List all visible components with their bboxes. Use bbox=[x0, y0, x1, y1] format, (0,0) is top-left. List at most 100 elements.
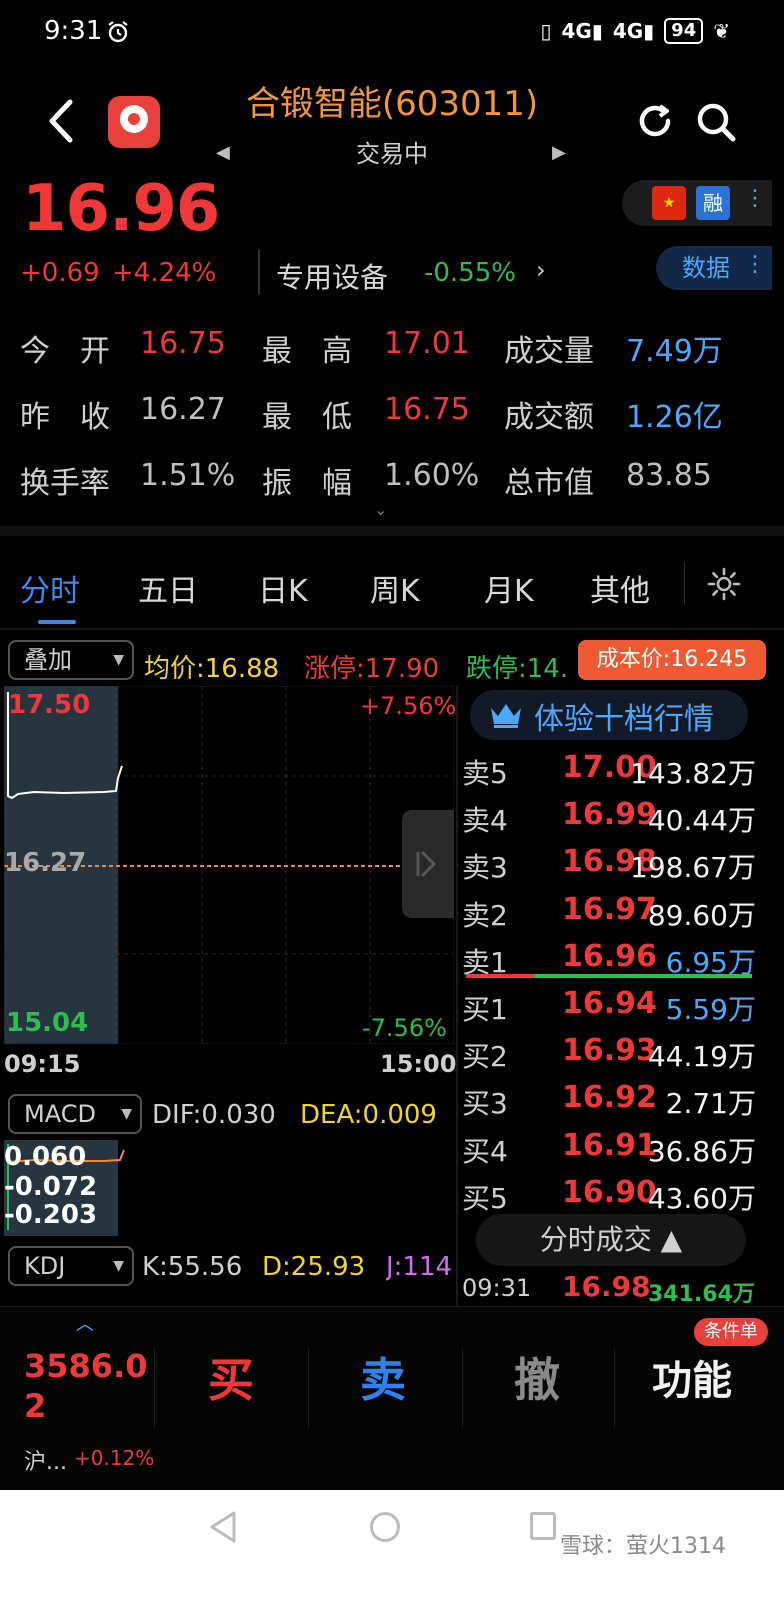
macd-axis-top: 0.060 bbox=[4, 1142, 87, 1172]
bid-row[interactable]: 买4 16.91 36.86万 bbox=[460, 1124, 760, 1170]
index-name: 沪... bbox=[24, 1450, 67, 1475]
ask-row[interactable]: 卖3 16.98 198.67万 bbox=[460, 840, 760, 886]
tab-five-day[interactable]: 五日 bbox=[138, 566, 198, 610]
sell-button[interactable]: 卖 bbox=[360, 1344, 406, 1410]
tab-other[interactable]: 其他 bbox=[590, 566, 650, 610]
bid-row[interactable]: 买3 16.92 2.71万 bbox=[460, 1076, 760, 1122]
next-stock-icon[interactable]: ▶ bbox=[552, 142, 566, 163]
leaf-icon: ❦ bbox=[713, 19, 730, 43]
order-level-label: 买1 bbox=[462, 993, 508, 1026]
chevron-up-icon[interactable]: ︿ bbox=[76, 1310, 94, 1336]
collapse-orderbook-handle[interactable] bbox=[402, 810, 454, 918]
ask-row[interactable]: 卖4 16.99 40.44万 bbox=[460, 793, 760, 839]
more-icon[interactable]: ⋮ bbox=[744, 186, 766, 211]
order-volume: 2.71万 bbox=[665, 1087, 756, 1121]
index-value[interactable]: 3586.02 bbox=[24, 1346, 154, 1426]
order-level-label: 卖5 bbox=[462, 757, 508, 790]
high-value: 17.01 bbox=[384, 326, 470, 361]
avg-price: 均价:16.88 bbox=[144, 654, 280, 684]
index-change: +0.12% bbox=[74, 1446, 155, 1470]
market-cap-label: 总市值 bbox=[504, 466, 594, 501]
tick-volume: 341.64万 bbox=[648, 1282, 755, 1307]
tick-trades-button[interactable]: 分时成交 ▲ bbox=[476, 1214, 746, 1266]
turnover-label: 成交额 bbox=[504, 400, 594, 435]
open-label: 今 开 bbox=[20, 334, 110, 369]
margin-trading-badge[interactable]: 融 bbox=[696, 186, 730, 220]
order-volume: 5.59万 bbox=[665, 993, 756, 1026]
pct-axis-low: -7.56% bbox=[362, 1014, 447, 1042]
prev-close-value: 16.27 bbox=[140, 392, 226, 427]
order-level-label: 买2 bbox=[462, 1040, 508, 1074]
volume-value: 7.49万 bbox=[626, 334, 723, 369]
order-volume: 143.82万 bbox=[630, 757, 756, 790]
status-time: 9:31 bbox=[44, 16, 103, 46]
ask-row[interactable]: 卖2 16.97 89.60万 bbox=[460, 888, 760, 934]
gear-icon[interactable] bbox=[706, 566, 742, 602]
time-axis-end: 15:00 bbox=[380, 1050, 457, 1078]
price-change: +0.69 bbox=[20, 258, 100, 288]
caret-down-icon: ▼ bbox=[113, 1258, 124, 1274]
tab-daily-k[interactable]: 日K bbox=[258, 566, 308, 610]
bid-row[interactable]: 买2 16.93 44.19万 bbox=[460, 1029, 760, 1075]
order-volume: 89.60万 bbox=[647, 898, 756, 932]
macd-dropdown-label: MACD bbox=[24, 1100, 96, 1128]
ask-row[interactable]: 卖5 17.00 143.82万 bbox=[460, 746, 760, 792]
order-volume: 198.67万 bbox=[630, 851, 756, 885]
kdj-j: J:114 bbox=[386, 1252, 453, 1282]
turnover-value: 1.26亿 bbox=[626, 400, 723, 435]
overlay-dropdown[interactable]: 叠加 ▼ bbox=[8, 640, 134, 680]
order-volume: 44.19万 bbox=[647, 1040, 756, 1074]
battery-icon: 94 bbox=[664, 18, 704, 44]
time-axis-start: 09:15 bbox=[4, 1050, 81, 1078]
cancel-order-button[interactable]: 撤 bbox=[514, 1344, 560, 1410]
divider bbox=[154, 1348, 155, 1428]
kdj-dropdown[interactable]: KDJ ▼ bbox=[8, 1246, 134, 1286]
order-level-label: 卖2 bbox=[462, 898, 508, 932]
chevron-down-icon[interactable]: ⌄ bbox=[374, 500, 387, 519]
divider bbox=[258, 250, 260, 294]
nav-back-icon[interactable] bbox=[208, 1510, 238, 1544]
crown-icon bbox=[491, 704, 521, 728]
limit-up: 涨停:17.90 bbox=[304, 654, 440, 684]
search-icon[interactable] bbox=[694, 100, 738, 144]
macd-axis-mid: -0.072 bbox=[4, 1172, 98, 1202]
cost-price-badge[interactable]: 成本价:16.245 bbox=[578, 640, 766, 680]
order-volume: 36.86万 bbox=[647, 1134, 756, 1168]
chevron-right-icon[interactable]: › bbox=[536, 256, 546, 284]
sector-change: -0.55% bbox=[424, 258, 516, 288]
y-axis-high: 17.50 bbox=[8, 690, 91, 720]
functions-button[interactable]: 功能 bbox=[652, 1348, 732, 1406]
more-icon[interactable]: ⋮ bbox=[744, 252, 766, 277]
turnover-rate-value: 1.51% bbox=[140, 458, 236, 493]
macd-axis-bottom: -0.203 bbox=[4, 1200, 98, 1230]
china-flag-icon: ★ bbox=[652, 186, 686, 220]
conditional-order-badge[interactable]: 条件单 bbox=[694, 1318, 768, 1346]
order-level-label: 卖4 bbox=[462, 804, 508, 838]
bid-row[interactable]: 买1 16.94 5.59万 bbox=[460, 982, 760, 1028]
order-price: 16.90 bbox=[562, 1174, 657, 1210]
turnover-rate-label: 换手率 bbox=[20, 466, 110, 501]
divider bbox=[0, 628, 784, 630]
macd-dropdown[interactable]: MACD ▼ bbox=[8, 1094, 142, 1134]
sector-link[interactable]: 专用设备 bbox=[276, 256, 388, 296]
nav-recent-icon[interactable] bbox=[530, 1512, 556, 1540]
market-cap-value: 83.85 bbox=[626, 458, 712, 493]
tick-price: 16.98 bbox=[562, 1270, 651, 1303]
order-level-label: 卖3 bbox=[462, 851, 508, 885]
tab-weekly-k[interactable]: 周K bbox=[370, 566, 420, 610]
buy-button[interactable]: 买 bbox=[208, 1344, 254, 1410]
nav-home-icon[interactable] bbox=[370, 1512, 400, 1542]
vibrate-icon: ▯ bbox=[540, 19, 552, 43]
amplitude-value: 1.60% bbox=[384, 458, 480, 493]
macd-dea: DEA:0.009 bbox=[300, 1100, 437, 1130]
section-separator bbox=[0, 526, 784, 536]
tab-monthly-k[interactable]: 月K bbox=[484, 566, 534, 610]
bid-row[interactable]: 买5 16.90 43.60万 bbox=[460, 1171, 760, 1217]
prev-stock-icon[interactable]: ◀ bbox=[216, 142, 230, 163]
refresh-icon[interactable] bbox=[634, 100, 676, 142]
y-axis-mid: 16.27 bbox=[4, 848, 87, 878]
open-value: 16.75 bbox=[140, 326, 226, 361]
signal-icon-1: 4G▮ bbox=[561, 19, 603, 43]
ask-strength-bar bbox=[466, 974, 534, 978]
tab-intraday[interactable]: 分时 bbox=[20, 566, 80, 610]
